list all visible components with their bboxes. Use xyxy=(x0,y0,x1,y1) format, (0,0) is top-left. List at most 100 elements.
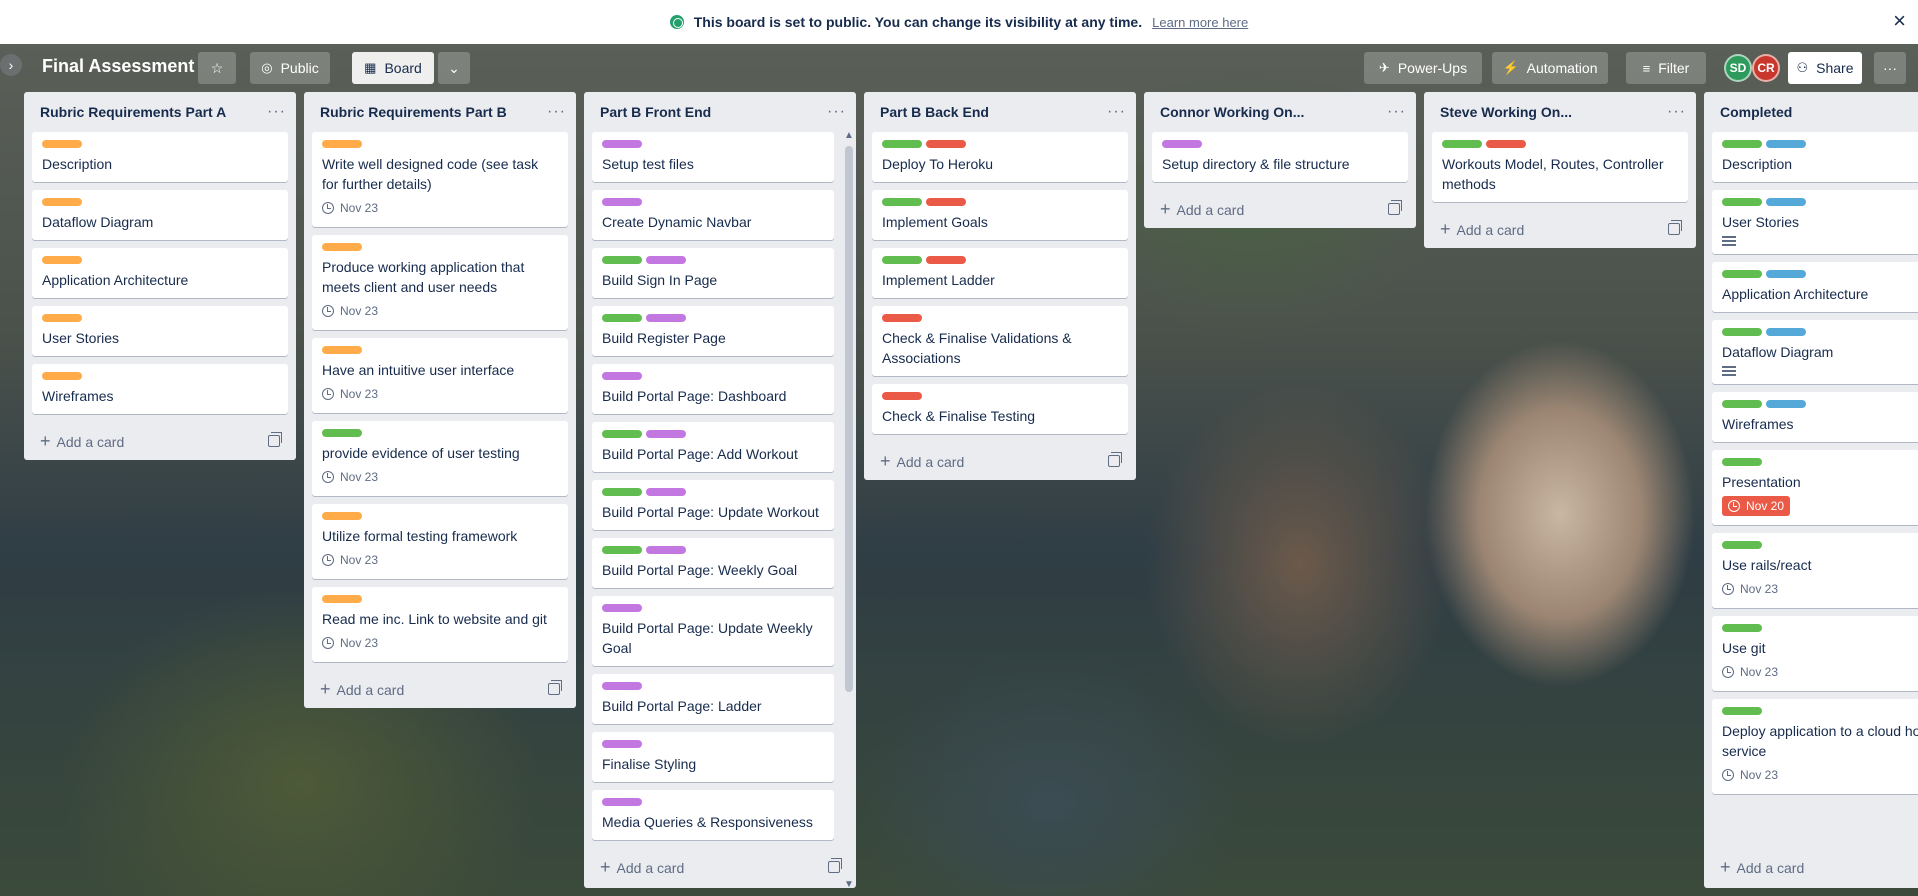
board-view-button[interactable]: ▦ Board xyxy=(352,52,434,84)
list-menu-icon[interactable]: ··· xyxy=(1387,103,1406,121)
card-template-icon[interactable] xyxy=(1108,452,1122,467)
card[interactable]: Write well designed code (see task for f… xyxy=(312,132,568,227)
list-header[interactable]: Rubric Requirements Part B ··· xyxy=(304,92,576,132)
board-menu-button[interactable]: ··· xyxy=(1874,52,1906,84)
due-date-badge[interactable]: Nov 23 xyxy=(322,633,378,653)
card[interactable]: Presentation Nov 20 xyxy=(1712,450,1918,525)
due-date-badge[interactable]: Nov 23 xyxy=(322,550,378,570)
scroll-down-icon[interactable]: ▼ xyxy=(844,879,854,888)
card[interactable]: Build Portal Page: Weekly Goal xyxy=(592,538,834,588)
card[interactable]: Media Queries & Responsiveness xyxy=(592,790,834,840)
add-card-button[interactable]: + Add a card xyxy=(584,848,856,886)
card-template-icon[interactable] xyxy=(548,680,562,695)
board-title[interactable]: Final Assessment xyxy=(42,56,194,77)
card[interactable]: Check & Finalise Validations & Associati… xyxy=(872,306,1128,376)
card-template-icon[interactable] xyxy=(828,858,842,873)
avatar[interactable]: CR xyxy=(1752,54,1780,82)
list-title[interactable]: Completed xyxy=(1720,104,1792,120)
card[interactable]: User Stories xyxy=(32,306,288,356)
powerups-button[interactable]: ✈ Power-Ups xyxy=(1364,52,1482,84)
list-menu-icon[interactable]: ··· xyxy=(827,103,846,121)
list-header[interactable]: Part B Back End ··· xyxy=(864,92,1136,132)
card[interactable]: Workouts Model, Routes, Controller metho… xyxy=(1432,132,1688,202)
list-scrollbar[interactable]: ▲ ▼ xyxy=(844,130,854,888)
card[interactable]: Build Sign In Page xyxy=(592,248,834,298)
card[interactable]: Implement Ladder xyxy=(872,248,1128,298)
view-switcher-button[interactable]: ⌄ xyxy=(438,52,470,84)
due-date-badge[interactable]: Nov 23 xyxy=(1722,662,1778,682)
card[interactable]: Description xyxy=(32,132,288,182)
list-title[interactable]: Part B Front End xyxy=(600,104,711,120)
close-icon[interactable]: × xyxy=(1893,9,1906,33)
due-date-badge[interactable]: Nov 23 xyxy=(322,467,378,487)
list-title[interactable]: Rubric Requirements Part A xyxy=(40,104,226,120)
share-button[interactable]: ⚇ Share xyxy=(1788,52,1862,84)
card[interactable]: Read me inc. Link to website and git Nov … xyxy=(312,587,568,662)
due-date-badge[interactable]: Nov 23 xyxy=(1722,765,1778,785)
list-header[interactable]: Steve Working On... ··· xyxy=(1424,92,1696,132)
list-title[interactable]: Part B Back End xyxy=(880,104,989,120)
card[interactable]: provide evidence of user testing Nov 23 xyxy=(312,421,568,496)
scroll-thumb[interactable] xyxy=(845,146,853,692)
card[interactable]: Check & Finalise Testing xyxy=(872,384,1128,434)
list-header[interactable]: Rubric Requirements Part A ··· xyxy=(24,92,296,132)
card[interactable]: Build Portal Page: Add Workout xyxy=(592,422,834,472)
card[interactable]: Implement Goals xyxy=(872,190,1128,240)
card[interactable]: Have an intuitive user interface Nov 23 xyxy=(312,338,568,413)
add-card-button[interactable]: + Add a card xyxy=(1704,848,1918,886)
card[interactable]: User Stories xyxy=(1712,190,1918,254)
due-date-badge[interactable]: Nov 23 xyxy=(322,198,378,218)
card[interactable]: Application Architecture xyxy=(32,248,288,298)
card-template-icon[interactable] xyxy=(1668,220,1682,235)
card[interactable]: Utilize formal testing framework Nov 23 xyxy=(312,504,568,579)
list-title[interactable]: Rubric Requirements Part B xyxy=(320,104,507,120)
card[interactable]: Wireframes xyxy=(32,364,288,414)
add-card-button[interactable]: + Add a card xyxy=(24,422,296,460)
card[interactable]: Build Portal Page: Update Workout xyxy=(592,480,834,530)
filter-button[interactable]: ≡ Filter xyxy=(1626,52,1706,84)
star-button[interactable]: ☆ xyxy=(198,52,236,84)
learn-more-link[interactable]: Learn more here xyxy=(1152,15,1248,30)
list-menu-icon[interactable]: ··· xyxy=(1107,103,1126,121)
list-title[interactable]: Steve Working On... xyxy=(1440,104,1572,120)
card[interactable]: Build Portal Page: Dashboard xyxy=(592,364,834,414)
add-card-button[interactable]: + Add a card xyxy=(864,442,1136,480)
card[interactable]: Description xyxy=(1712,132,1918,182)
card[interactable]: Use git Nov 23 xyxy=(1712,616,1918,691)
card[interactable]: Wireframes xyxy=(1712,392,1918,442)
scroll-up-icon[interactable]: ▲ xyxy=(844,130,854,141)
card[interactable]: Build Portal Page: Ladder xyxy=(592,674,834,724)
due-date-badge[interactable]: Nov 23 xyxy=(322,301,378,321)
due-date-badge[interactable]: Nov 23 xyxy=(322,384,378,404)
card[interactable]: Use rails/react Nov 23 xyxy=(1712,533,1918,608)
due-date-badge[interactable]: Nov 20 xyxy=(1722,496,1791,516)
list-menu-icon[interactable]: ··· xyxy=(547,103,566,121)
card[interactable]: Deploy To Heroku xyxy=(872,132,1128,182)
automation-button[interactable]: ⚡ Automation xyxy=(1492,52,1608,84)
card[interactable]: Build Portal Page: Update Weekly Goal xyxy=(592,596,834,666)
list-header[interactable]: Completed··· xyxy=(1704,92,1918,132)
card[interactable]: Dataflow Diagram xyxy=(1712,320,1918,384)
card[interactable]: Produce working application that meets c… xyxy=(312,235,568,330)
card[interactable]: Finalise Styling xyxy=(592,732,834,782)
card-template-icon[interactable] xyxy=(268,432,282,447)
visibility-button[interactable]: ◎ Public xyxy=(250,52,330,84)
list-header[interactable]: Part B Front End ··· xyxy=(584,92,856,132)
card[interactable]: Deploy application to a cloud hosting se… xyxy=(1712,699,1918,794)
card-template-icon[interactable] xyxy=(1388,200,1402,215)
card[interactable]: Setup test files xyxy=(592,132,834,182)
card[interactable]: Dataflow Diagram xyxy=(32,190,288,240)
card[interactable]: Create Dynamic Navbar xyxy=(592,190,834,240)
add-card-button[interactable]: + Add a card xyxy=(1424,210,1696,248)
card[interactable]: Application Architecture xyxy=(1712,262,1918,312)
add-card-button[interactable]: + Add a card xyxy=(304,670,576,708)
avatar[interactable]: SD xyxy=(1724,54,1752,82)
list-menu-icon[interactable]: ··· xyxy=(1667,103,1686,121)
card[interactable]: Build Register Page xyxy=(592,306,834,356)
list-menu-icon[interactable]: ··· xyxy=(267,103,286,121)
list-title[interactable]: Connor Working On... xyxy=(1160,104,1304,120)
add-card-button[interactable]: + Add a card xyxy=(1144,190,1416,228)
list-header[interactable]: Connor Working On... ··· xyxy=(1144,92,1416,132)
due-date-badge[interactable]: Nov 23 xyxy=(1722,579,1778,599)
card[interactable]: Setup directory & file structure xyxy=(1152,132,1408,182)
